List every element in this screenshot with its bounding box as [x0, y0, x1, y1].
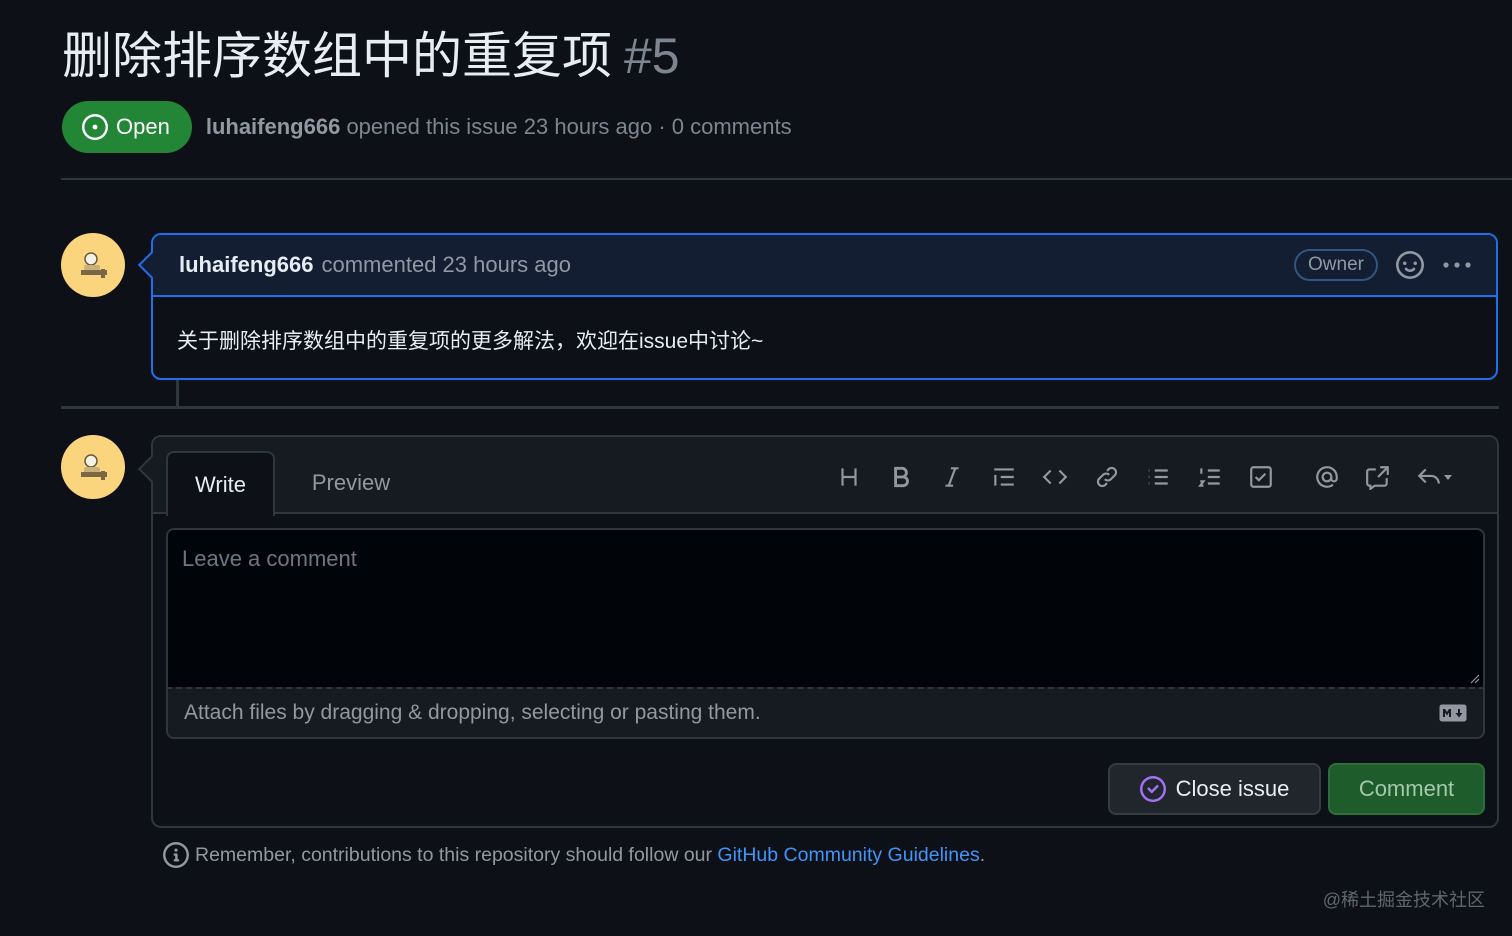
link-icon: [1096, 466, 1117, 488]
guidelines-prefix: Remember, contributions to this reposito…: [195, 843, 712, 866]
close-issue-label: Close issue: [1175, 776, 1290, 801]
close-issue-button[interactable]: Close issue: [1108, 763, 1321, 815]
task-list-icon: [1250, 466, 1272, 488]
avatar-illustration: [73, 245, 113, 285]
ordered-list-button[interactable]: [1190, 457, 1230, 497]
heading-button[interactable]: [829, 457, 869, 497]
kebab-menu-icon: [1443, 262, 1471, 268]
timeline-divider: [61, 406, 1499, 409]
avatar-illustration: [73, 447, 113, 487]
chevron-down-icon: [1443, 475, 1452, 480]
quote-button[interactable]: [984, 457, 1024, 497]
guidelines-suffix: .: [979, 843, 986, 866]
tab-write[interactable]: Write: [166, 451, 275, 516]
code-icon: [1042, 469, 1068, 485]
issue-state-label: Open: [116, 114, 170, 139]
comment-author-avatar[interactable]: [61, 233, 125, 297]
markdown-icon[interactable]: [1439, 704, 1467, 722]
owner-badge: Owner: [1294, 249, 1378, 281]
editor-header: Write Preview: [153, 437, 1497, 516]
ordered-list-icon: [1197, 468, 1220, 487]
comment-button[interactable]: Comment: [1328, 763, 1485, 815]
mention-icon: [1315, 466, 1338, 488]
watermark: @稀土掘金技术社区: [1322, 890, 1485, 910]
comment-options-button[interactable]: [1442, 260, 1472, 270]
comment-author-link[interactable]: luhaifeng666: [179, 252, 313, 278]
issue-closed-icon: [1139, 776, 1166, 802]
issue-title-text: 删除排序数组中的重复项: [62, 28, 612, 84]
tab-preview[interactable]: Preview: [293, 451, 409, 514]
attach-files-text: Attach files by dragging & dropping, sel…: [184, 701, 761, 724]
code-button[interactable]: [1035, 457, 1075, 497]
comment-textarea[interactable]: Leave a comment: [166, 528, 1485, 687]
info-icon: [163, 842, 189, 868]
current-user-avatar[interactable]: [61, 435, 125, 499]
task-list-button[interactable]: [1241, 457, 1281, 497]
saved-replies-button[interactable]: [1410, 457, 1460, 497]
comment-timestamp[interactable]: commented 23 hours ago: [321, 252, 571, 278]
bold-button[interactable]: [881, 457, 921, 497]
link-button[interactable]: [1087, 457, 1127, 497]
add-reaction-button[interactable]: [1396, 251, 1424, 279]
cross-reference-icon: [1366, 466, 1389, 490]
heading-icon: [841, 468, 857, 486]
comment-body: 关于删除排序数组中的重复项的更多解法，欢迎在issue中讨论~: [177, 330, 764, 353]
quote-icon: [993, 468, 1014, 486]
bold-icon: [893, 466, 909, 488]
issue-meta-details: opened this issue 23 hours ago · 0 comme…: [346, 114, 792, 139]
markdown-toolbar: [829, 457, 1471, 497]
attach-files-bar[interactable]: Attach files by dragging & dropping, sel…: [166, 687, 1485, 739]
italic-button[interactable]: [932, 457, 972, 497]
resize-handle-icon[interactable]: [1468, 672, 1480, 684]
header-divider: [61, 178, 1512, 180]
mention-button[interactable]: [1307, 457, 1347, 497]
unordered-list-icon: [1148, 469, 1168, 485]
new-comment-editor: Write Preview Leave a comment Attach fil…: [151, 435, 1499, 828]
issue-title: 删除排序数组中的重复项 #5: [62, 24, 680, 88]
comment-box: luhaifeng666 commented 23 hours ago Owne…: [151, 233, 1498, 380]
unordered-list-button[interactable]: [1138, 457, 1178, 497]
italic-icon: [945, 467, 959, 487]
timeline-connector: [176, 380, 179, 406]
issue-author-link[interactable]: luhaifeng666: [206, 114, 340, 139]
comment-placeholder: Leave a comment: [182, 546, 357, 571]
cross-reference-button[interactable]: [1358, 457, 1398, 497]
issue-state-badge: Open: [62, 101, 192, 153]
reply-icon: [1417, 468, 1440, 484]
smiley-icon: [1396, 251, 1424, 279]
issue-opened-icon: [82, 114, 108, 140]
issue-number: #5: [624, 28, 680, 84]
contribution-guidelines-note: Remember, contributions to this reposito…: [163, 840, 985, 870]
issue-meta-row: Open luhaifeng666 opened this issue 23 h…: [62, 101, 792, 153]
community-guidelines-link[interactable]: GitHub Community Guidelines: [717, 844, 979, 867]
comment-header: luhaifeng666 commented 23 hours ago Owne…: [153, 235, 1496, 297]
issue-meta-text: luhaifeng666 opened this issue 23 hours …: [206, 114, 792, 140]
